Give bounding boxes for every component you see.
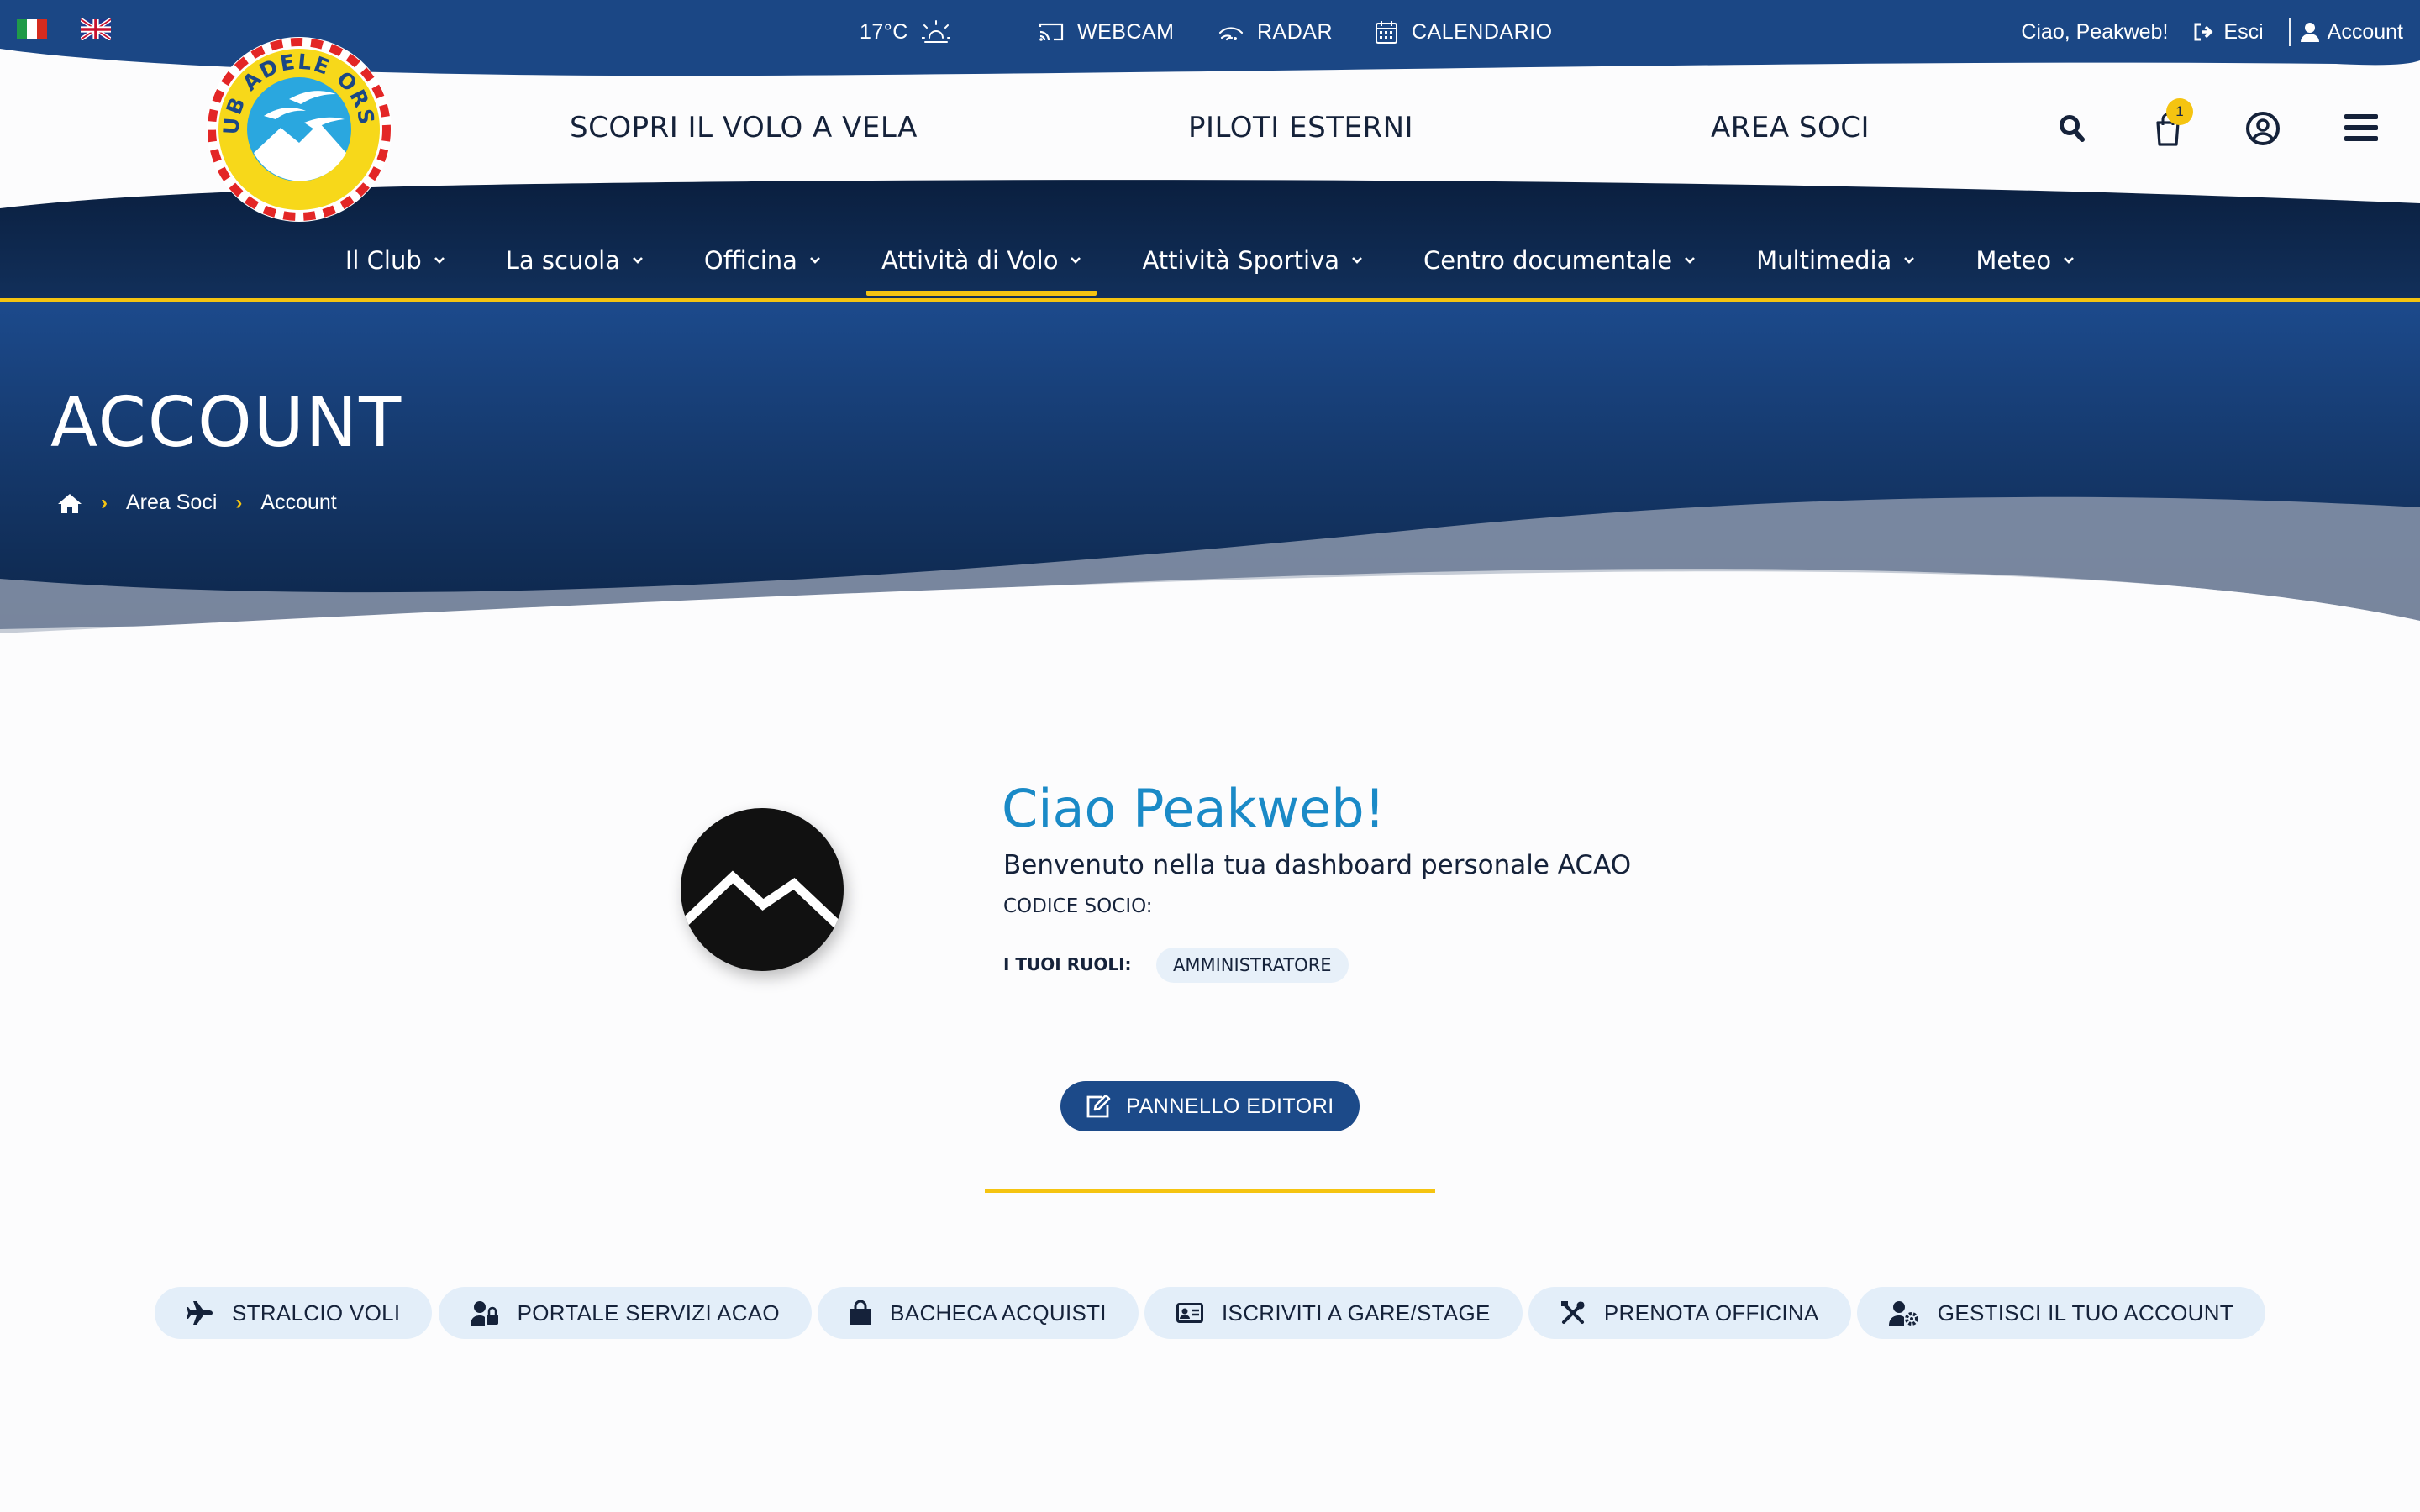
nav-label: Meteo (1975, 246, 2052, 275)
webcam-link[interactable]: WEBCAM (1039, 17, 1175, 47)
user-gear-icon (1888, 1301, 1918, 1326)
quick-action-label: PRENOTA OFFICINA (1603, 1299, 1819, 1326)
main-navigation: Il Club La scuola Officina Attività di V… (0, 242, 2420, 296)
prenota-officina-button[interactable]: PRENOTA OFFICINA (1528, 1287, 1851, 1339)
editor-panel-label: PANNELLO EDITORI (1126, 1094, 1334, 1118)
chevron-down-icon (1071, 257, 1081, 264)
chevron-down-icon (810, 257, 820, 264)
quick-action-label: STRALCIO VOLI (232, 1299, 401, 1326)
signal-icon (1218, 27, 1244, 41)
nav-label: Officina (703, 246, 797, 275)
welcome-message: Benvenuto nella tua dashboard personale … (1003, 850, 1632, 880)
account-link[interactable]: Account (2300, 19, 2403, 45)
nav-scopri-volo-a-vela[interactable]: SCOPRI IL VOLO A VELA (570, 111, 918, 144)
chevron-down-icon (434, 257, 445, 264)
account-label: Account (2327, 19, 2403, 44)
shopping-bag-icon (850, 1300, 871, 1325)
nav-label: Attività Sportiva (1142, 246, 1340, 275)
id-card-icon (1176, 1303, 1204, 1323)
nav-label: Il Club (345, 246, 422, 275)
breadcrumb-account: Account (260, 491, 337, 514)
calendar-link[interactable]: CALENDARIO (1375, 17, 1553, 47)
nav-item-il-club[interactable]: Il Club (330, 242, 460, 279)
profile-greeting: Ciao Peakweb! (1002, 778, 1386, 839)
chevron-down-icon (2064, 257, 2075, 264)
iscriviti-gare-button[interactable]: ISCRIVITI A GARE/STAGE (1144, 1287, 1523, 1339)
cart-count-badge: 1 (2166, 98, 2193, 125)
quick-actions: STRALCIO VOLI PORTALE SERVIZI ACAO BACHE… (155, 1287, 2265, 1339)
mountain-avatar-icon (682, 870, 844, 931)
breadcrumb: › Area Soci › Account (57, 491, 337, 515)
calendar-label: CALENDARIO (1412, 19, 1553, 44)
quick-action-label: PORTALE SERVIZI ACAO (517, 1299, 780, 1326)
role-badge: AMMINISTRATORE (1156, 948, 1349, 983)
club-logo[interactable]: AERO CLUB ADELE ORSI VARESE (205, 35, 393, 223)
lang-it-flag[interactable] (17, 18, 47, 40)
nav-item-la-scuola[interactable]: La scuola (491, 242, 659, 279)
user-icon (2300, 23, 2319, 42)
cast-icon (1039, 23, 1064, 41)
avatar (681, 808, 844, 971)
page-title: ACCOUNT (50, 383, 403, 463)
nav-label: La scuola (505, 246, 620, 275)
quick-action-label: ISCRIVITI A GARE/STAGE (1222, 1299, 1491, 1326)
user-circle-icon[interactable] (2245, 111, 2281, 146)
chevron-down-icon (1685, 257, 1696, 264)
bacheca-acquisti-button[interactable]: BACHECA ACQUISTI (818, 1287, 1139, 1339)
nav-item-multimedia[interactable]: Multimedia (1741, 242, 1930, 279)
chevron-down-icon (1904, 257, 1915, 264)
radar-label: RADAR (1257, 19, 1334, 44)
nav-label: Attività di Volo (881, 246, 1059, 275)
quick-action-label: GESTISCI IL TUO ACCOUNT (1937, 1299, 2233, 1326)
chevron-down-icon (1352, 257, 1362, 264)
nav-label: Centro documentale (1423, 246, 1673, 275)
hamburger-menu-icon[interactable] (2344, 113, 2378, 143)
divider (2288, 18, 2291, 46)
gestisci-account-button[interactable]: GESTISCI IL TUO ACCOUNT (1856, 1287, 2265, 1339)
plane-icon (187, 1301, 213, 1325)
nav-area-soci[interactable]: AREA SOCI (1711, 111, 1870, 144)
breadcrumb-separator: › (101, 491, 108, 514)
user-greeting: Ciao, Peakweb! (2021, 19, 2169, 44)
calendar-icon (1376, 21, 1397, 44)
logout-link[interactable]: Esci (2193, 19, 2264, 45)
edit-icon (1086, 1095, 1111, 1118)
breadcrumb-separator: › (235, 491, 243, 514)
editor-panel-button[interactable]: PANNELLO EDITORI (1060, 1081, 1360, 1131)
stralcio-voli-button[interactable]: STRALCIO VOLI (155, 1287, 433, 1339)
nav-piloti-esterni[interactable]: PILOTI ESTERNI (1188, 111, 1413, 144)
weather-widget[interactable]: 17°C (860, 17, 950, 47)
webcam-label: WEBCAM (1077, 19, 1175, 44)
portale-servizi-button[interactable]: PORTALE SERVIZI ACAO (438, 1287, 812, 1339)
user-menu: Ciao, Peakweb! Esci Account (2021, 17, 2403, 47)
nav-item-attivita-sportiva[interactable]: Attività Sportiva (1127, 242, 1378, 279)
roles-label: I TUOI RUOLI: (1003, 954, 1132, 974)
breadcrumb-area-soci[interactable]: Area Soci (126, 491, 217, 515)
nav-label: Multimedia (1756, 246, 1892, 275)
chevron-down-icon (633, 257, 643, 264)
logout-label: Esci (2223, 19, 2264, 44)
nav-item-centro-documentale[interactable]: Centro documentale (1408, 242, 1711, 279)
user-lock-icon (470, 1301, 498, 1326)
temperature-label: 17°C (860, 19, 908, 44)
nav-item-officina[interactable]: Officina (689, 242, 836, 279)
nav-item-attivita-di-volo[interactable]: Attività di Volo (865, 242, 1097, 296)
logout-icon (2194, 23, 2213, 41)
radar-link[interactable]: RADAR (1218, 17, 1333, 47)
member-code-label: CODICE SOCIO: (1003, 895, 1153, 917)
partly-sunny-icon (921, 20, 950, 43)
search-icon[interactable] (2059, 114, 2086, 143)
tools-icon (1560, 1301, 1585, 1324)
section-divider (985, 1189, 1435, 1193)
lang-en-flag[interactable] (81, 18, 111, 40)
quick-action-label: BACHECA ACQUISTI (890, 1299, 1107, 1326)
hero-background (0, 302, 2420, 654)
home-icon[interactable] (57, 492, 82, 514)
nav-item-meteo[interactable]: Meteo (1960, 242, 2090, 279)
